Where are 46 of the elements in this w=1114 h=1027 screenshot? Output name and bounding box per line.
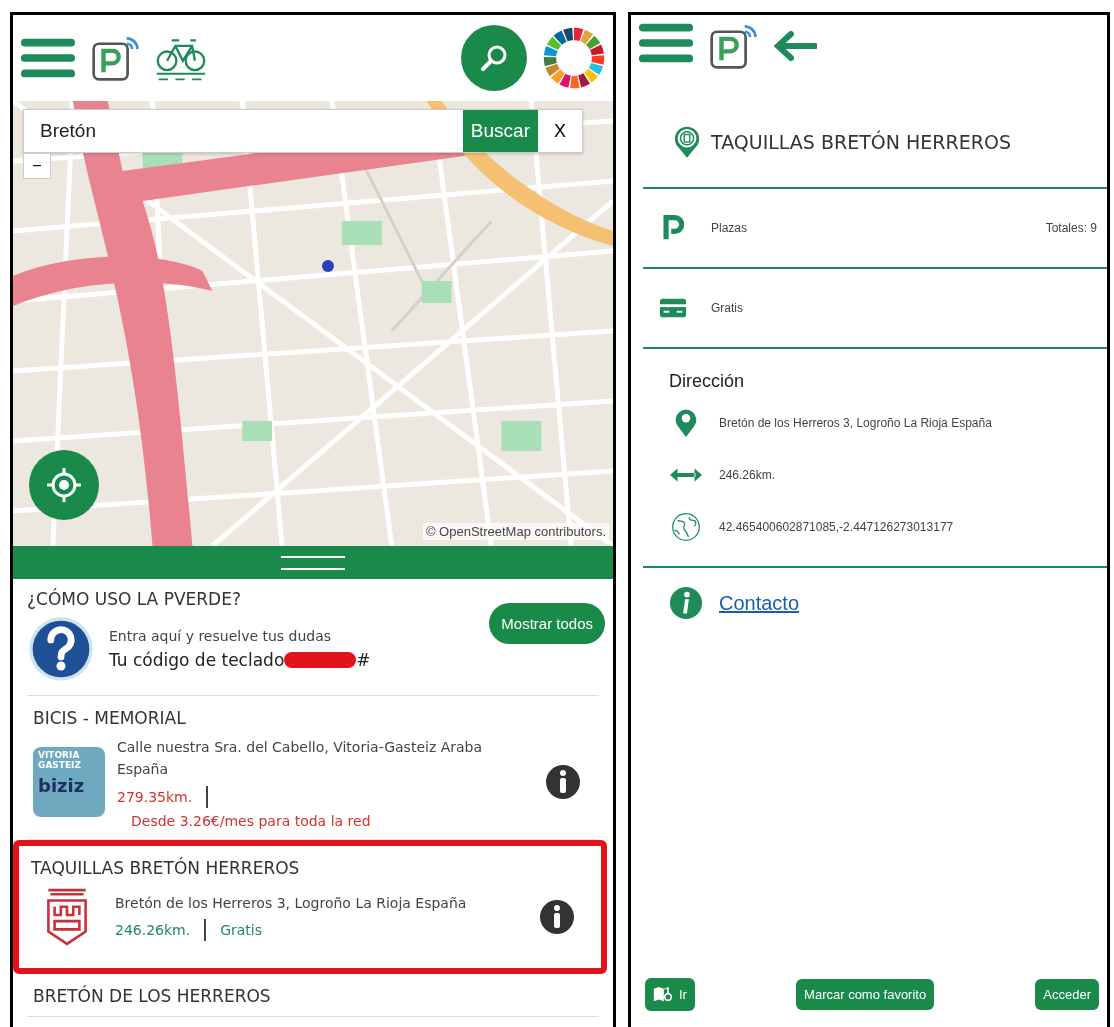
location-title: TAQUILLAS BRETÓN HERREROS <box>711 131 1011 153</box>
detail-label: Gratis <box>711 301 744 315</box>
keyboard-code-label: Tu código de teclado <box>109 650 285 670</box>
menu-icon[interactable] <box>19 36 77 80</box>
search-icon[interactable] <box>479 43 509 73</box>
color-wheel-logo-icon[interactable] <box>541 25 607 91</box>
back-arrow-icon[interactable] <box>773 31 817 61</box>
result-address: Bretón de los Herreros 3, Logroño La Rioja España <box>115 894 468 914</box>
detail-label: Plazas <box>711 221 749 235</box>
address-heading: Dirección <box>669 371 746 392</box>
globe-icon <box>669 512 703 542</box>
map-attribution[interactable]: © OpenStreetMap contributors. <box>422 523 609 540</box>
clear-button[interactable]: X <box>538 110 582 152</box>
show-all-button[interactable]: Mostrar todos <box>489 603 605 644</box>
action-button[interactable]: Marcar como favorito <box>796 979 935 1010</box>
detail-value: Totales: 9 <box>1045 221 1097 235</box>
menu-icon[interactable] <box>637 21 695 65</box>
result-title[interactable]: BICIS - MEMORIAL <box>33 708 186 728</box>
result-price: Gratis <box>220 922 263 939</box>
search-field[interactable]: Bretón Buscar X <box>23 109 583 153</box>
address-detail: 246.26km. <box>719 468 776 482</box>
info-icon[interactable] <box>539 898 575 935</box>
target-icon[interactable] <box>44 465 84 505</box>
result-distance: 279.35km. <box>117 788 193 805</box>
keyboard-code-suffix: # <box>356 650 371 670</box>
address-detail: Bretón de los Herreros 3, Logroño La Rioja España <box>719 416 992 430</box>
map-pin-icon[interactable] <box>653 986 673 1003</box>
zoom-out-button[interactable]: − <box>23 153 51 179</box>
info-icon[interactable] <box>545 764 581 801</box>
result-title[interactable]: TAQUILLAS BRETÓN HERREROS <box>31 857 300 878</box>
result-address: Calle nuestra Sra. del Cabello, Vitoria-Gasteiz Araba España <box>117 738 484 780</box>
action-button[interactable]: Acceder <box>1035 979 1099 1010</box>
parking-pin-icon <box>673 125 701 159</box>
buscar-button[interactable]: Buscar <box>462 110 538 152</box>
info-icon <box>669 586 703 620</box>
result-distance: 246.26km. <box>115 922 191 939</box>
drawer-handle[interactable] <box>13 546 613 579</box>
address-detail: 42.465400602871085,-2.447126273013177 <box>719 520 954 534</box>
question-icon[interactable] <box>27 615 95 683</box>
result-price: Desde 3.26€/mes para toda la red <box>130 812 372 829</box>
bike-share-logo: VITORIA GASTEIZ biziz <box>33 747 105 818</box>
help-title: ¿CÓMO USO LA PVERDE? <box>27 589 241 609</box>
action-button[interactable]: Ir <box>645 978 695 1011</box>
contact-link[interactable]: Contacto <box>719 591 800 615</box>
help-link-text[interactable]: Entra aquí y resuelve tus dudas <box>109 628 371 644</box>
result-title[interactable]: BRETÓN DE LOS HERREROS <box>33 985 271 1006</box>
